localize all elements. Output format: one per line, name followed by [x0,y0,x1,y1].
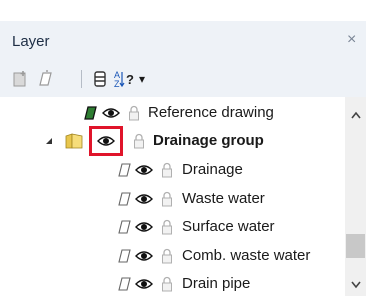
sort-az-icon: A Z ? [114,70,134,89]
close-icon[interactable]: × [347,31,356,49]
edit-layer-icon [39,70,52,86]
toolbar-separator [81,70,82,88]
lock-icon[interactable] [157,246,177,266]
layer-stack-icon [94,71,106,87]
tree-row[interactable]: Waste water [0,187,345,211]
tree-row-group[interactable]: Drainage group [0,129,345,153]
svg-text:Z: Z [114,79,120,89]
panel-title: Layer [12,33,50,50]
lock-icon[interactable] [129,131,149,151]
pen-icon[interactable] [114,246,134,266]
sort-button[interactable]: A Z ? ▾ [113,68,157,90]
top-band [0,0,366,21]
chevron-down-icon: ▾ [139,72,146,86]
layer-label: Drain pipe [182,275,251,292]
scrollbar-thumb[interactable] [346,234,365,258]
folder-group-icon[interactable] [64,131,84,151]
eye-icon[interactable] [134,189,154,209]
layer-label: Waste water [182,190,265,207]
highlight-box [89,126,123,156]
svg-text:?: ? [126,72,134,87]
tree-row[interactable]: Comb. waste water [0,244,345,268]
scroll-down-icon[interactable] [349,278,363,292]
edit-layer-button[interactable] [34,68,56,90]
new-layer-icon [13,71,26,87]
eye-icon[interactable] [134,217,154,237]
new-layer-button[interactable] [9,68,31,90]
vertical-scrollbar[interactable] [345,97,366,296]
layer-label: Drainage [182,161,243,178]
layer-label: Reference drawing [148,104,274,121]
lock-icon[interactable] [157,160,177,180]
tree-row[interactable]: Drain pipe [0,272,345,296]
layer-stack-button[interactable] [89,68,111,90]
lock-icon[interactable] [157,189,177,209]
lock-icon[interactable] [157,217,177,237]
tree-row[interactable]: Reference drawing [0,101,345,125]
pen-icon[interactable] [80,103,100,123]
lock-icon[interactable] [157,274,177,294]
layer-label: Comb. waste water [182,247,311,264]
group-label: Drainage group [153,132,264,149]
eye-icon[interactable] [134,246,154,266]
pen-icon[interactable] [114,274,134,294]
layer-panel: Layer × A Z ? ▾ Reference drawing Draina… [0,0,366,296]
lock-icon[interactable] [124,103,144,123]
expand-toggle-icon[interactable] [42,131,56,151]
layer-label: Surface water [182,218,275,235]
pen-icon[interactable] [114,217,134,237]
eye-icon[interactable] [134,274,154,294]
pen-icon[interactable] [114,189,134,209]
pen-icon[interactable] [114,160,134,180]
scroll-up-icon[interactable] [349,108,363,122]
tree-row[interactable]: Surface water [0,215,345,239]
tree-row[interactable]: Drainage [0,158,345,182]
eye-icon[interactable] [101,103,121,123]
eye-icon[interactable] [134,160,154,180]
panel-header [0,21,366,63]
